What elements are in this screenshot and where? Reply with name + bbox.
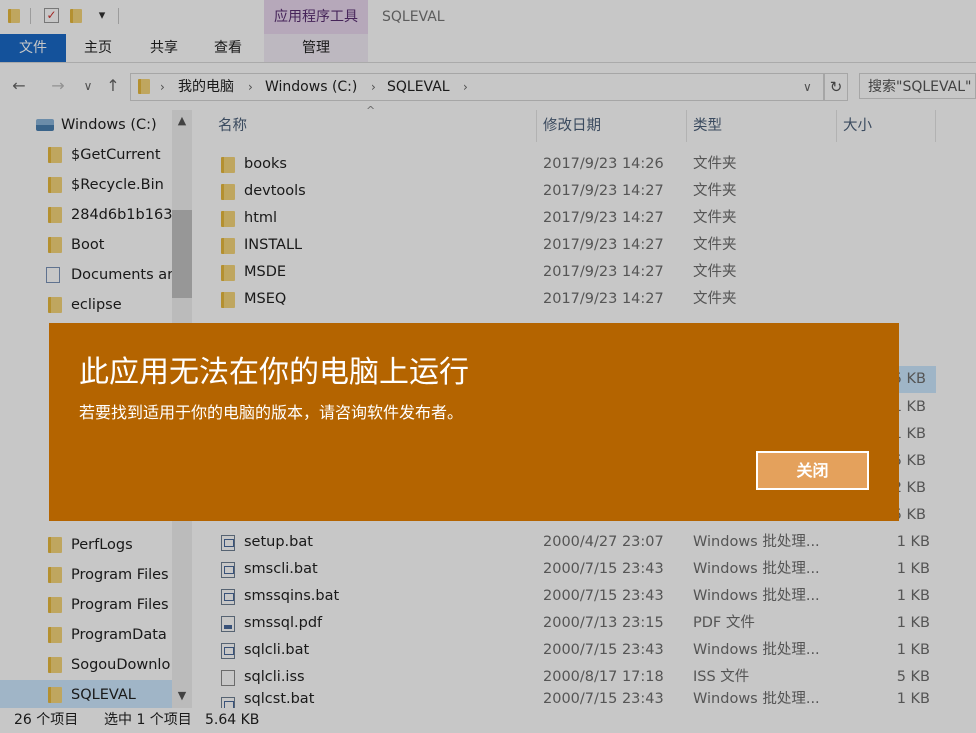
dialog-title: 此应用无法在你的电脑上运行: [79, 355, 469, 390]
close-button[interactable]: 关闭: [756, 451, 869, 490]
dialog-message: 若要找到适用于你的电脑的版本，请咨询软件发布者。: [79, 403, 464, 422]
incompatible-app-dialog: 此应用无法在你的电脑上运行 若要找到适用于你的电脑的版本，请咨询软件发布者。 关…: [49, 323, 899, 521]
